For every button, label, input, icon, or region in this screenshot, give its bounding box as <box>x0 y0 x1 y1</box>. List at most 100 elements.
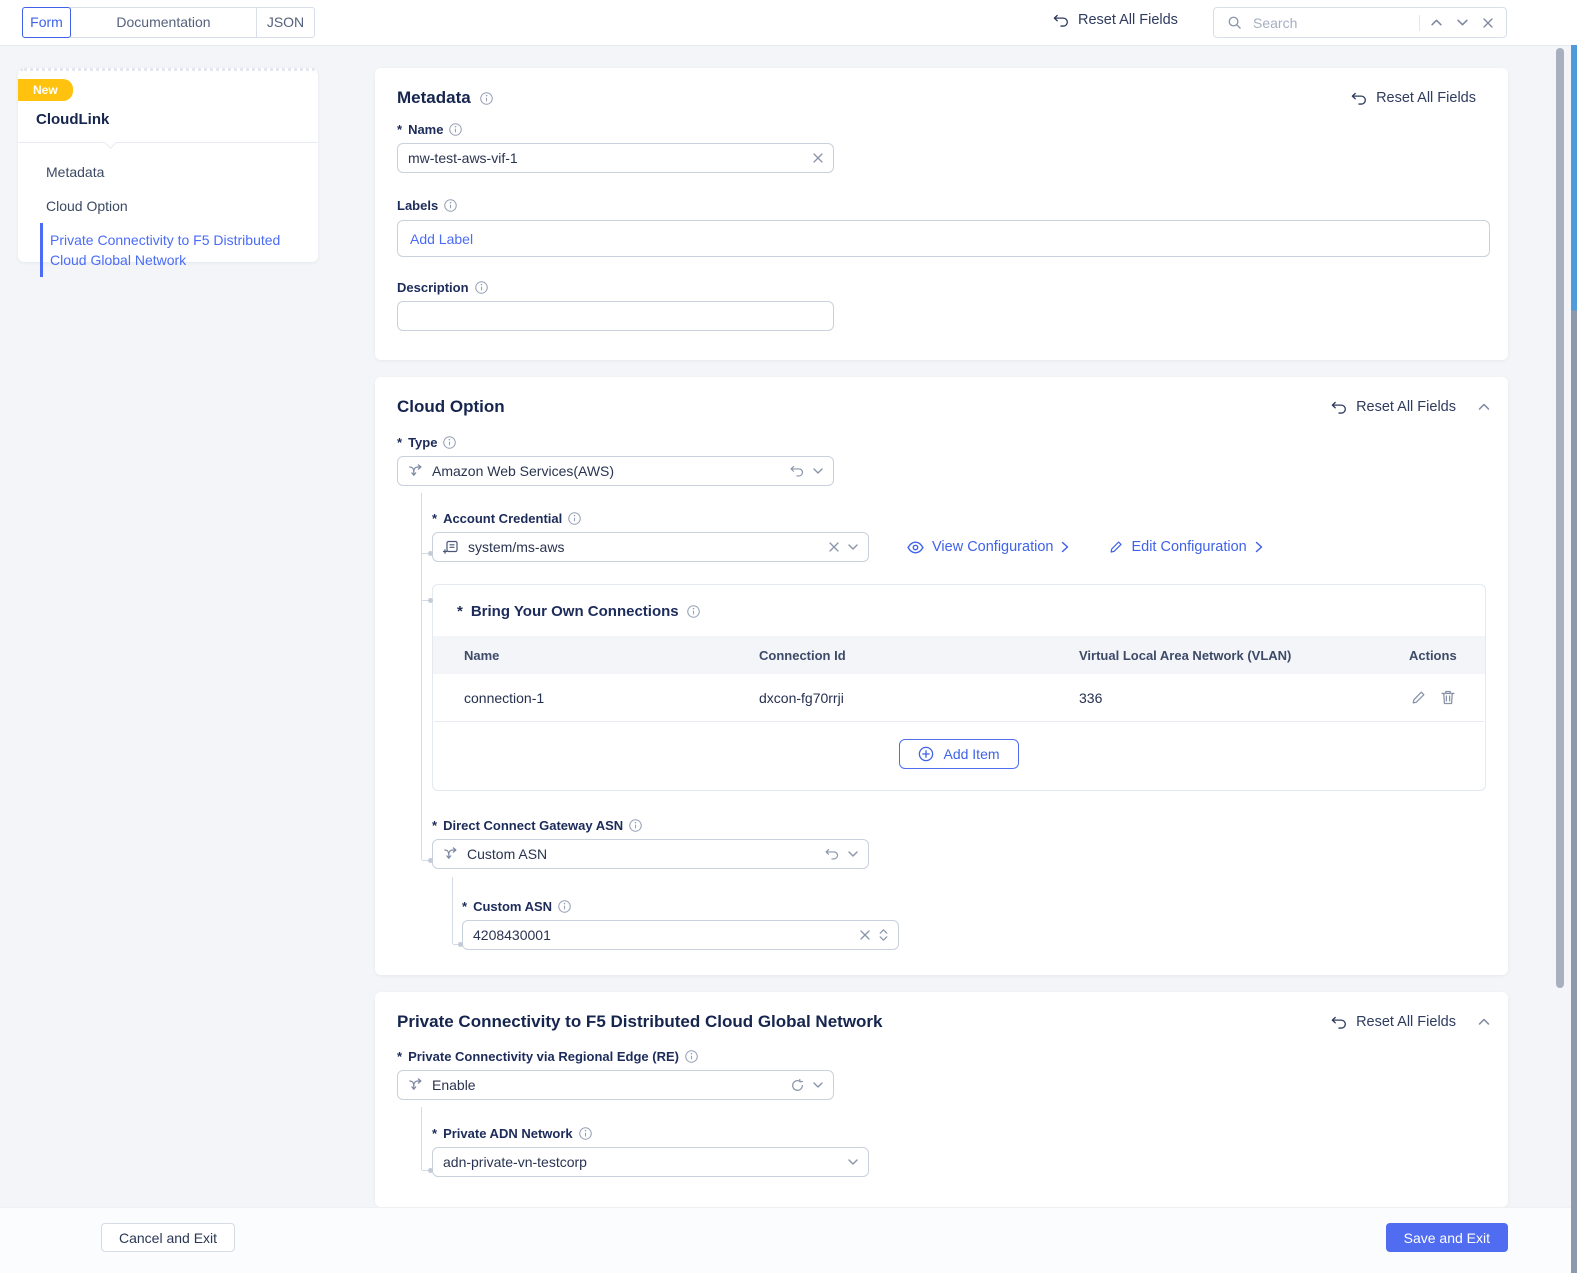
search-close-button[interactable] <box>1479 16 1497 30</box>
chevron-right-icon <box>1061 541 1069 553</box>
info-icon[interactable] <box>686 605 700 618</box>
name-input[interactable] <box>408 150 804 166</box>
pencil-icon <box>1109 540 1123 554</box>
add-item-label: Add Item <box>943 746 1000 762</box>
refresh-icon[interactable] <box>791 1078 804 1092</box>
search-next-button[interactable] <box>1453 17 1472 28</box>
custom-asn-field <box>462 920 899 950</box>
required-marker: * <box>432 818 438 833</box>
required-marker: * <box>397 1049 403 1064</box>
info-icon[interactable] <box>474 281 488 294</box>
table-row-divider <box>434 721 1484 722</box>
tab-documentation[interactable]: Documentation <box>70 7 257 38</box>
name-field-label: * Name <box>397 122 1490 137</box>
footer-bar: Cancel and Exit Save and Exit <box>0 1207 1577 1273</box>
bring-your-own-connections-box: * Bring Your Own Connections Name Connec… <box>432 584 1486 791</box>
one-of-branch-icon <box>443 846 458 862</box>
metadata-reset-fields-label: Reset All Fields <box>1376 90 1476 106</box>
required-marker: * <box>432 1126 438 1141</box>
regional-edge-select[interactable]: Enable <box>397 1070 834 1100</box>
clear-icon[interactable] <box>813 153 823 163</box>
description-input[interactable] <box>408 308 823 324</box>
column-header-actions: Actions <box>1409 647 1457 663</box>
regional-edge-select-value: Enable <box>432 1077 476 1093</box>
collapse-section-icon[interactable] <box>1478 403 1490 411</box>
info-icon[interactable] <box>558 900 571 913</box>
add-label-button[interactable]: Add Label <box>410 231 473 247</box>
chevron-down-icon[interactable] <box>813 468 823 474</box>
edit-configuration-link[interactable]: Edit Configuration <box>1109 539 1262 555</box>
chevron-down-icon[interactable] <box>848 544 858 550</box>
metadata-section-card: Metadata Reset All Fields * Name Labels <box>375 68 1508 360</box>
undo-icon <box>1052 14 1069 27</box>
labels-field: Add Label <box>397 220 1490 257</box>
metadata-reset-fields-button[interactable]: Reset All Fields <box>1350 90 1476 106</box>
tree-connector-dot <box>428 858 433 863</box>
search-box <box>1213 7 1507 38</box>
sidebar-item-metadata[interactable]: Metadata <box>18 155 318 189</box>
field-undo-icon[interactable] <box>789 465 804 477</box>
info-icon[interactable] <box>444 199 457 212</box>
edit-configuration-label: Edit Configuration <box>1131 539 1247 555</box>
info-icon[interactable] <box>578 1127 592 1140</box>
delete-row-icon[interactable] <box>1441 690 1455 705</box>
one-of-branch-icon <box>408 1077 423 1093</box>
custom-asn-input[interactable] <box>473 927 851 943</box>
save-and-exit-button[interactable]: Save and Exit <box>1385 1223 1508 1252</box>
info-icon[interactable] <box>629 819 642 832</box>
private-adn-select[interactable]: adn-private-vn-testcorp <box>432 1147 869 1177</box>
clear-icon[interactable] <box>860 930 870 940</box>
field-undo-icon[interactable] <box>824 848 839 860</box>
required-marker: * <box>397 122 403 137</box>
column-header-vlan: Virtual Local Area Network (VLAN) <box>1079 647 1292 663</box>
collapse-section-icon[interactable] <box>1478 1018 1490 1026</box>
chevron-down-icon[interactable] <box>813 1082 823 1088</box>
vertical-scrollbar-thumb[interactable] <box>1556 48 1564 988</box>
view-configuration-link[interactable]: View Configuration <box>907 539 1069 555</box>
dcg-asn-select-value: Custom ASN <box>467 846 548 862</box>
object-reference-icon <box>443 539 459 555</box>
search-prev-button[interactable] <box>1427 17 1446 28</box>
account-credential-select[interactable]: system/ms-aws <box>432 532 869 562</box>
reset-all-fields-button[interactable]: Reset All Fields <box>1052 12 1178 28</box>
account-credential-field-label: * Account Credential <box>432 511 1490 526</box>
tab-form[interactable]: Form <box>22 7 71 38</box>
tree-connector-dot <box>428 598 433 603</box>
top-bar: Form Documentation JSON Reset All Fields <box>0 0 1577 46</box>
cancel-and-exit-button[interactable]: Cancel and Exit <box>101 1223 236 1252</box>
add-item-button[interactable]: Add Item <box>899 739 1019 769</box>
chevron-down-icon[interactable] <box>848 1159 858 1165</box>
tree-connector-line <box>421 493 422 860</box>
regional-edge-field-label: * Private Connectivity via Regional Edge… <box>397 1049 1490 1064</box>
tree-connector-dot <box>428 1168 433 1173</box>
dcg-asn-select[interactable]: Custom ASN <box>432 839 869 869</box>
tree-connector-dot <box>428 551 433 556</box>
type-field-label: * Type <box>397 435 1490 450</box>
required-marker: * <box>457 603 463 620</box>
info-icon[interactable] <box>685 1050 698 1063</box>
labels-field-label: Labels <box>397 198 1490 213</box>
info-icon[interactable] <box>449 123 463 136</box>
type-select[interactable]: Amazon Web Services(AWS) <box>397 456 834 486</box>
info-icon[interactable] <box>568 512 582 525</box>
cell-vlan: 336 <box>1079 689 1103 706</box>
info-icon[interactable] <box>443 436 457 449</box>
search-input[interactable] <box>1253 14 1412 31</box>
search-icon <box>1223 13 1246 32</box>
private-connectivity-section-card: Private Connectivity to F5 Distributed C… <box>375 992 1508 1207</box>
cell-connection-id: dxcon-fg70rrji <box>759 689 844 706</box>
cloud-option-reset-fields-button[interactable]: Reset All Fields <box>1330 399 1456 415</box>
tab-json[interactable]: JSON <box>256 7 315 38</box>
eye-icon <box>907 540 924 554</box>
info-icon[interactable] <box>479 91 493 105</box>
table-row: connection-1 dxcon-fg70rrji 336 <box>433 674 1485 721</box>
chevron-down-icon[interactable] <box>848 851 858 857</box>
sidebar-item-private-connectivity[interactable]: Private Connectivity to F5 Distributed C… <box>40 223 318 277</box>
cell-name: connection-1 <box>464 689 545 706</box>
private-connectivity-reset-fields-button[interactable]: Reset All Fields <box>1330 1014 1456 1030</box>
edit-row-icon[interactable] <box>1411 690 1426 705</box>
clear-icon[interactable] <box>829 542 839 552</box>
sidebar-item-cloud-option[interactable]: Cloud Option <box>18 189 318 223</box>
number-stepper[interactable] <box>879 929 888 941</box>
undo-icon <box>1330 401 1347 414</box>
